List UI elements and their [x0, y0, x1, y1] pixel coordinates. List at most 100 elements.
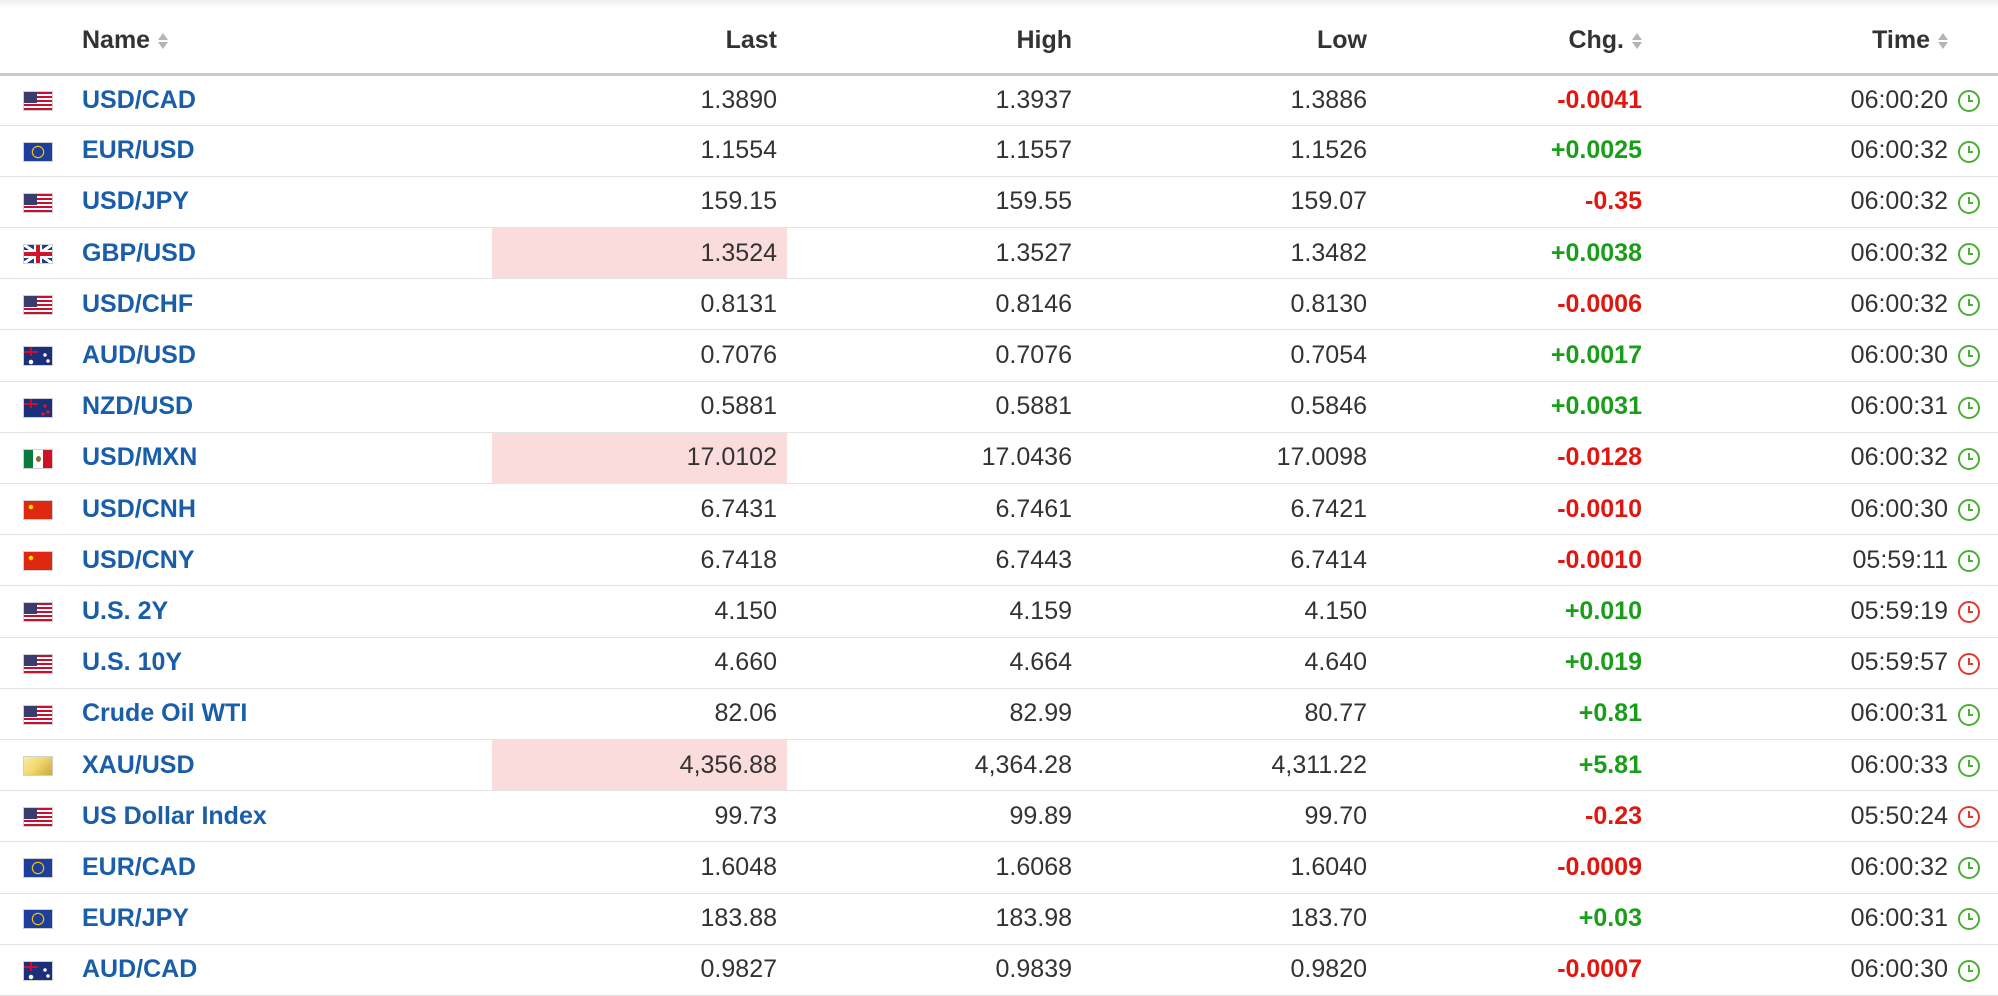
row-name-cell: EUR/USD	[62, 125, 492, 177]
status-cell	[1958, 381, 1998, 433]
instrument-link[interactable]: USD/CNY	[82, 546, 195, 574]
high-price: 0.5881	[787, 381, 1082, 433]
header-last-label: Last	[725, 25, 777, 54]
time-value: 05:50:24	[1652, 790, 1958, 843]
header-time[interactable]: Time	[1652, 8, 1958, 76]
change-value: +5.81	[1377, 739, 1652, 792]
eu-flag	[23, 909, 53, 930]
time-value: 05:59:57	[1652, 637, 1958, 689]
instrument-link[interactable]: Crude Oil WTI	[82, 699, 247, 727]
instrument-link[interactable]: AUD/CAD	[82, 955, 197, 983]
green-clock-icon	[1958, 294, 1980, 317]
last-price: 4.150	[492, 585, 787, 638]
us-flag	[23, 653, 53, 674]
row-flag-cell	[0, 432, 62, 485]
table-row: USD/CNH 6.7431 6.7461 6.7421 -0.0010 06:00:30	[0, 483, 1998, 536]
time-value: 06:00:20	[1652, 74, 1958, 126]
low-price: 1.6040	[1082, 841, 1377, 894]
status-cell	[1958, 227, 1998, 280]
sort-icon[interactable]	[1938, 32, 1948, 50]
row-name-cell: USD/CAD	[62, 74, 492, 126]
change-value: -0.0041	[1377, 74, 1652, 126]
instrument-link[interactable]: GBP/USD	[82, 239, 196, 267]
status-cell	[1958, 432, 1998, 485]
low-price: 1.3886	[1082, 74, 1377, 126]
time-value: 06:00:30	[1652, 944, 1958, 996]
change-value: -0.0010	[1377, 483, 1652, 536]
green-clock-icon	[1958, 550, 1980, 573]
green-clock-icon	[1958, 396, 1980, 419]
header-name[interactable]: Name	[62, 8, 492, 76]
low-price: 0.8130	[1082, 278, 1377, 331]
us-flag	[23, 602, 53, 623]
instrument-link[interactable]: EUR/USD	[82, 136, 195, 164]
last-price: 6.7431	[492, 483, 787, 536]
row-name-cell: AUD/USD	[62, 329, 492, 382]
instrument-link[interactable]: NZD/USD	[82, 392, 193, 420]
row-name-cell: US Dollar Index	[62, 790, 492, 843]
table-row: USD/CHF 0.8131 0.8146 0.8130 -0.0006 06:00:32	[0, 278, 1998, 331]
table-row: USD/JPY 159.15 159.55 159.07 -0.35 06:00:32	[0, 176, 1998, 229]
header-chg[interactable]: Chg.	[1377, 8, 1652, 76]
green-clock-icon	[1958, 754, 1980, 777]
time-value: 06:00:32	[1652, 227, 1958, 280]
status-cell	[1958, 585, 1998, 638]
status-cell	[1958, 125, 1998, 177]
time-value: 06:00:32	[1652, 841, 1958, 894]
change-value: -0.23	[1377, 790, 1652, 843]
last-price: 183.88	[492, 893, 787, 945]
instrument-link[interactable]: USD/MXN	[82, 443, 197, 471]
table-row: NZD/USD 0.5881 0.5881 0.5846 +0.0031 06:00:31	[0, 381, 1998, 433]
change-value: -0.0128	[1377, 432, 1652, 485]
low-price: 4.640	[1082, 637, 1377, 689]
table-row: XAU/USD 4,356.88 4,364.28 4,311.22 +5.81 06:0…	[0, 739, 1998, 792]
last-price: 0.9827	[492, 944, 787, 996]
high-price: 4.159	[787, 585, 1082, 638]
row-name-cell: AUD/CAD	[62, 944, 492, 996]
status-cell	[1958, 944, 1998, 996]
status-cell	[1958, 329, 1998, 382]
status-cell	[1958, 893, 1998, 945]
sort-icon[interactable]	[1632, 32, 1642, 50]
row-flag-cell	[0, 125, 62, 177]
status-cell	[1958, 637, 1998, 689]
change-value: -0.0010	[1377, 534, 1652, 587]
green-clock-icon	[1958, 703, 1980, 726]
status-cell	[1958, 176, 1998, 229]
row-name-cell: Crude Oil WTI	[62, 688, 492, 740]
instrument-link[interactable]: USD/CHF	[82, 290, 193, 318]
cn-flag	[23, 499, 53, 520]
high-price: 1.6068	[787, 841, 1082, 894]
last-price: 0.5881	[492, 381, 787, 433]
low-price: 99.70	[1082, 790, 1377, 843]
instrument-link[interactable]: U.S. 10Y	[82, 648, 182, 676]
instrument-link[interactable]: U.S. 2Y	[82, 597, 168, 625]
header-low: Low	[1082, 8, 1377, 76]
instrument-link[interactable]: USD/CNH	[82, 495, 196, 523]
table-row: EUR/CAD 1.6048 1.6068 1.6040 -0.0009 06:00:32	[0, 841, 1998, 894]
row-name-cell: U.S. 2Y	[62, 585, 492, 638]
sort-icon[interactable]	[158, 32, 169, 50]
instrument-link[interactable]: US Dollar Index	[82, 802, 267, 830]
instrument-link[interactable]: USD/JPY	[82, 187, 189, 215]
table-row: EUR/USD 1.1554 1.1557 1.1526 +0.0025 06:00:32	[0, 125, 1998, 177]
high-price: 99.89	[787, 790, 1082, 843]
row-name-cell: USD/CNY	[62, 534, 492, 587]
instrument-link[interactable]: EUR/CAD	[82, 853, 196, 881]
change-value: -0.0007	[1377, 944, 1652, 996]
table-row: AUD/USD 0.7076 0.7076 0.7054 +0.0017 06:00:30	[0, 329, 1998, 382]
high-price: 0.7076	[787, 329, 1082, 382]
instrument-link[interactable]: XAU/USD	[82, 751, 195, 779]
status-cell	[1958, 534, 1998, 587]
instrument-link[interactable]: EUR/JPY	[82, 904, 189, 932]
gold-bar-icon	[23, 755, 53, 776]
change-value: +0.010	[1377, 585, 1652, 638]
instrument-link[interactable]: USD/CAD	[82, 86, 196, 114]
quotes-widget: Name Last High Low Chg. Time USD/CAD 1.38…	[0, 0, 1998, 996]
gb-flag	[23, 244, 53, 265]
change-value: +0.0038	[1377, 227, 1652, 280]
last-price: 1.3524	[492, 227, 787, 280]
time-value: 06:00:30	[1652, 483, 1958, 536]
instrument-link[interactable]: AUD/USD	[82, 341, 196, 369]
high-price: 17.0436	[787, 432, 1082, 485]
